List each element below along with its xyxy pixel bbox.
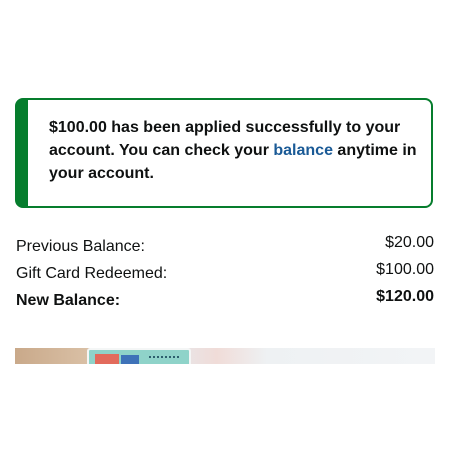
new-balance-row: New Balance: $120.00: [16, 288, 434, 312]
previous-balance-row: Previous Balance: $20.00: [16, 234, 434, 258]
gift-card-redeemed-row: Gift Card Redeemed: $100.00: [16, 261, 434, 285]
success-alert: $100.00 has been applied successfully to…: [15, 98, 433, 208]
gift-card-redeemed-value: $100.00: [376, 261, 434, 278]
new-balance-label: New Balance:: [16, 292, 121, 309]
gift-card-promo-image[interactable]: [15, 348, 435, 364]
gift-card-art-blue: [121, 355, 139, 364]
success-message: $100.00 has been applied successfully to…: [49, 116, 424, 185]
gift-card-art-dots: [149, 356, 179, 362]
gift-card-art-red: [95, 354, 119, 364]
new-balance-value: $120.00: [376, 288, 434, 305]
previous-balance-value: $20.00: [385, 234, 434, 251]
previous-balance-label: Previous Balance:: [16, 238, 145, 255]
balance-link[interactable]: balance: [273, 142, 333, 159]
gift-card-redeemed-label: Gift Card Redeemed:: [16, 265, 168, 282]
gift-card-illustration: [87, 348, 191, 364]
